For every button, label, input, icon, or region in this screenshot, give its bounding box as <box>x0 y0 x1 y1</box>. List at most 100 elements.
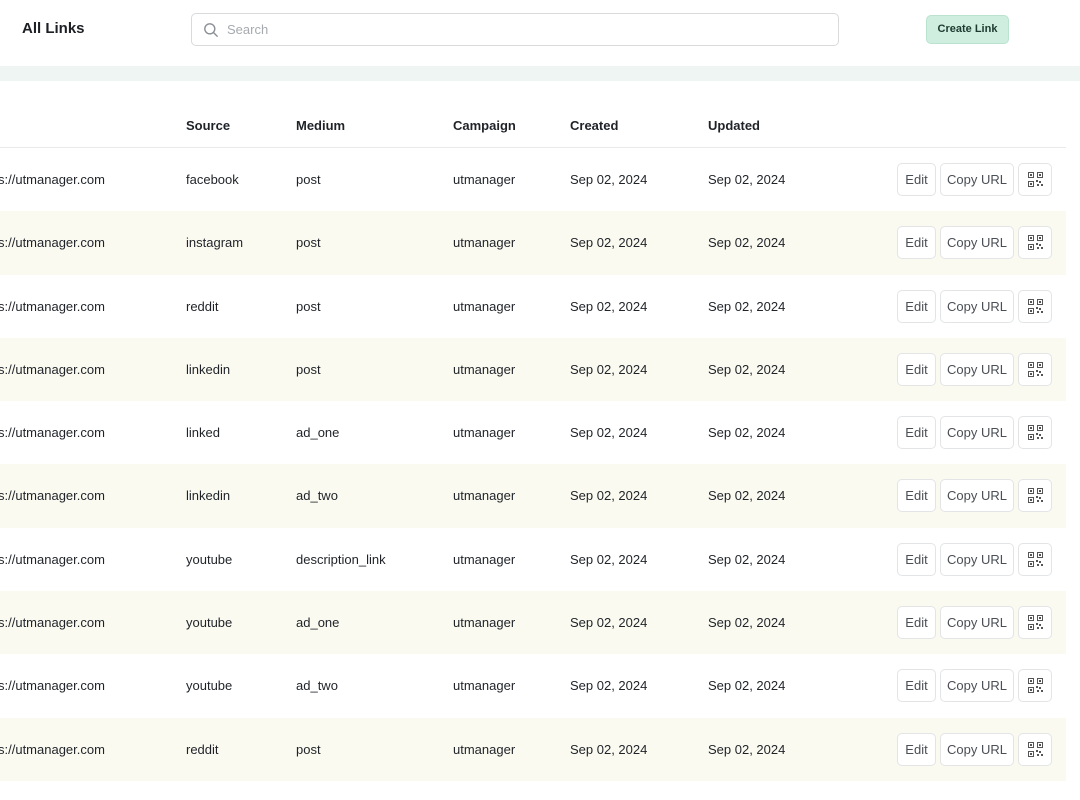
updated-cell: Sep 02, 2024 <box>708 741 786 757</box>
medium-cell: description_link <box>296 551 386 567</box>
qr-code-button[interactable] <box>1018 606 1052 640</box>
edit-button[interactable]: Edit <box>897 226 936 260</box>
edit-button[interactable]: Edit <box>897 289 936 323</box>
table-row: s://utmanager.com facebook post utmanager Se… <box>0 148 1066 211</box>
copy-url-button[interactable]: Copy URL <box>940 542 1014 576</box>
source-cell: facebook <box>186 172 239 187</box>
campaign-cell: utmanager <box>453 361 516 377</box>
edit-button[interactable]: Edit <box>897 163 936 196</box>
updated-cell: Sep 02, 2024 <box>708 361 786 377</box>
destination-url: s://utmanager.com <box>0 741 105 757</box>
links-table: Source Medium Campaign Created Updated s… <box>0 81 1080 800</box>
search-input[interactable] <box>227 14 827 45</box>
edit-button[interactable]: Edit <box>897 479 936 513</box>
create-link-button[interactable]: Create Link <box>926 15 1009 44</box>
copy-url-button[interactable]: Copy URL <box>940 163 1014 196</box>
copy-url-button[interactable]: Copy URL <box>940 352 1014 386</box>
medium-cell: post <box>296 172 321 187</box>
campaign-cell: utmanager <box>453 741 516 757</box>
qr-code-button[interactable] <box>1018 479 1052 513</box>
copy-url-button[interactable]: Copy URL <box>940 669 1014 703</box>
campaign-cell: utmanager <box>453 488 516 504</box>
qr-code-button[interactable] <box>1018 669 1052 703</box>
column-header-updated[interactable]: Updated <box>708 118 760 133</box>
destination-url: s://utmanager.com <box>0 615 105 631</box>
destination-url: s://utmanager.com <box>0 298 105 314</box>
campaign-cell: utmanager <box>453 172 516 187</box>
campaign-cell: utmanager <box>453 678 516 694</box>
source-cell: youtube <box>186 678 233 694</box>
created-cell: Sep 02, 2024 <box>570 488 648 504</box>
source-cell: youtube <box>186 551 233 567</box>
qr-code-button[interactable] <box>1018 416 1052 450</box>
source-cell: linkedin <box>186 361 231 377</box>
qr-code-button[interactable] <box>1018 732 1052 766</box>
table-row: s://utmanager.com youtube ad_two utmanager S… <box>0 654 1066 717</box>
table-row: s://utmanager.com instagram post utmanager S… <box>0 211 1066 275</box>
medium-cell: post <box>296 298 321 314</box>
table-row: s://utmanager.com youtube description_link… <box>0 528 1066 591</box>
edit-button[interactable]: Edit <box>897 669 936 703</box>
campaign-cell: utmanager <box>453 425 516 441</box>
qr-code-button[interactable] <box>1018 226 1052 260</box>
copy-url-button[interactable]: Copy URL <box>940 479 1014 513</box>
updated-cell: Sep 02, 2024 <box>708 615 786 631</box>
updated-cell: Sep 02, 2024 <box>708 172 786 187</box>
destination-url: s://utmanager.com <box>0 172 105 187</box>
destination-url: s://utmanager.com <box>0 678 105 694</box>
medium-cell: ad_two <box>296 678 338 694</box>
header-divider-band <box>0 66 1080 81</box>
campaign-cell: utmanager <box>453 551 516 567</box>
column-header-source[interactable]: Source <box>186 118 230 133</box>
copy-url-button[interactable]: Copy URL <box>940 289 1014 323</box>
updated-cell: Sep 02, 2024 <box>708 678 786 694</box>
copy-url-button[interactable]: Copy URL <box>940 226 1014 260</box>
column-header-campaign[interactable]: Campaign <box>453 118 516 133</box>
created-cell: Sep 02, 2024 <box>570 741 648 757</box>
qr-code-button[interactable] <box>1018 163 1052 196</box>
medium-cell: ad_one <box>296 615 340 631</box>
top-bar: All Links Create Link <box>0 0 1080 66</box>
edit-button[interactable]: Edit <box>897 352 936 386</box>
table-row: s://utmanager.com reddit post utmanager Sep … <box>0 717 1066 781</box>
campaign-cell: utmanager <box>453 615 516 631</box>
copy-url-button[interactable]: Copy URL <box>940 416 1014 450</box>
table-row: s://utmanager.com linked ad_one utmanager Se… <box>0 401 1066 464</box>
edit-button[interactable]: Edit <box>897 606 936 640</box>
created-cell: Sep 02, 2024 <box>570 172 648 187</box>
table-header: Source Medium Campaign Created Updated <box>0 81 1066 148</box>
table-row: s://utmanager.com linkedin post utmanager Se… <box>0 337 1066 402</box>
destination-url: s://utmanager.com <box>0 235 105 251</box>
created-cell: Sep 02, 2024 <box>570 361 648 377</box>
search-icon <box>203 22 219 38</box>
edit-button[interactable]: Edit <box>897 732 936 766</box>
copy-url-button[interactable]: Copy URL <box>940 732 1014 766</box>
updated-cell: Sep 02, 2024 <box>708 425 786 441</box>
edit-button[interactable]: Edit <box>897 542 936 576</box>
edit-button[interactable]: Edit <box>897 416 936 450</box>
source-cell: reddit <box>186 298 219 314</box>
medium-cell: post <box>296 235 321 251</box>
table-row: s://utmanager.com reddit post utmanager Sep … <box>0 275 1066 338</box>
qr-code-button[interactable] <box>1018 352 1052 386</box>
page-title: All Links <box>22 20 85 37</box>
source-cell: linkedin <box>186 488 231 504</box>
column-header-medium[interactable]: Medium <box>296 118 345 133</box>
qr-code-button[interactable] <box>1018 542 1052 576</box>
medium-cell: ad_two <box>296 488 338 504</box>
created-cell: Sep 02, 2024 <box>570 235 648 251</box>
search-box[interactable] <box>191 13 839 46</box>
column-header-created[interactable]: Created <box>570 118 618 133</box>
updated-cell: Sep 02, 2024 <box>708 488 786 504</box>
updated-cell: Sep 02, 2024 <box>708 235 786 251</box>
destination-url: s://utmanager.com <box>0 551 105 567</box>
copy-url-button[interactable]: Copy URL <box>940 606 1014 640</box>
source-cell: youtube <box>186 615 233 631</box>
created-cell: Sep 02, 2024 <box>570 551 648 567</box>
destination-url: s://utmanager.com <box>0 488 105 504</box>
qr-code-button[interactable] <box>1018 289 1052 323</box>
updated-cell: Sep 02, 2024 <box>708 298 786 314</box>
table-row: s://utmanager.com linkedin ad_two utmanager… <box>0 464 1066 528</box>
created-cell: Sep 02, 2024 <box>570 678 648 694</box>
source-cell: linked <box>186 425 220 441</box>
